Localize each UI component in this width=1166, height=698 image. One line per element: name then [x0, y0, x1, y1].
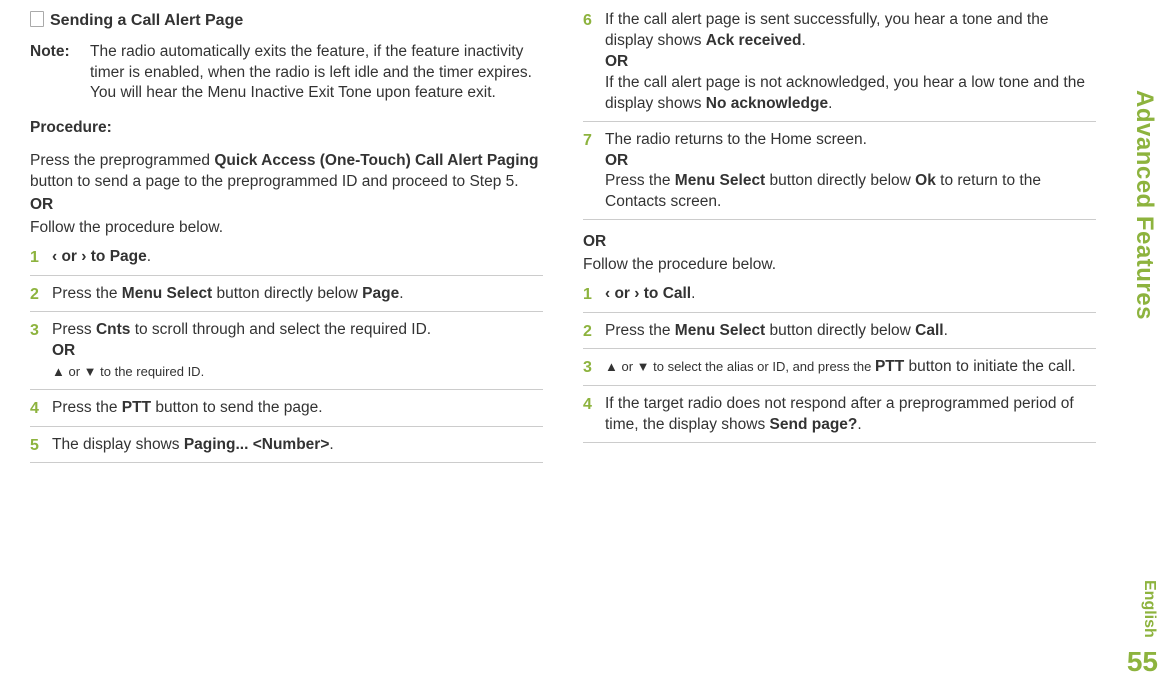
note-text: The radio automatically exits the featur…	[90, 42, 543, 105]
intro-follow: Follow the procedure below.	[30, 218, 543, 239]
step-6: 6 If the call alert page is sent success…	[583, 10, 1096, 122]
step-number: 1	[583, 284, 605, 306]
step-number: 3	[30, 320, 52, 342]
step-7: 7 The radio returns to the Home screen. …	[583, 130, 1096, 221]
step-r3: 3 ▲ or ▼ to select the alias or ID, and …	[583, 357, 1096, 386]
note-label: Note:	[30, 42, 90, 105]
step-number: 4	[583, 394, 605, 416]
note-row: Note: The radio automatically exits the …	[30, 42, 543, 105]
section-heading: Sending a Call Alert Page	[30, 10, 543, 32]
or-text: OR	[30, 195, 543, 216]
step-number: 1	[30, 247, 52, 269]
step-r4: 4 If the target radio does not respond a…	[583, 394, 1096, 443]
step-2: 2 Press the Menu Select button directly …	[30, 284, 543, 313]
step-3: 3 Press Cnts to scroll through and selec…	[30, 320, 543, 390]
step-1: 1 ‹ or › to Page.	[30, 247, 543, 276]
page-number: 55	[1127, 646, 1158, 678]
step-number: 3	[583, 357, 605, 379]
or-text: OR	[583, 232, 1096, 253]
step-number: 2	[583, 321, 605, 343]
follow-text: Follow the procedure below.	[583, 255, 1096, 276]
side-tab-title: Advanced Features	[1130, 90, 1158, 320]
step-4: 4 Press the PTT button to send the page.	[30, 398, 543, 427]
step-number: 2	[30, 284, 52, 306]
language-label: English	[1140, 580, 1158, 638]
step-r2: 2 Press the Menu Select button directly …	[583, 321, 1096, 350]
procedure-label: Procedure:	[30, 118, 543, 139]
heading-text: Sending a Call Alert Page	[50, 12, 243, 29]
step-number: 4	[30, 398, 52, 420]
step-number: 6	[583, 10, 605, 32]
step-number: 5	[30, 435, 52, 457]
step-5: 5 The display shows Paging... <Number>.	[30, 435, 543, 464]
intro-paragraph: Press the preprogrammed Quick Access (On…	[30, 151, 543, 193]
document-icon	[30, 11, 44, 27]
step-number: 7	[583, 130, 605, 152]
step-r1: 1 ‹ or › to Call.	[583, 284, 1096, 313]
